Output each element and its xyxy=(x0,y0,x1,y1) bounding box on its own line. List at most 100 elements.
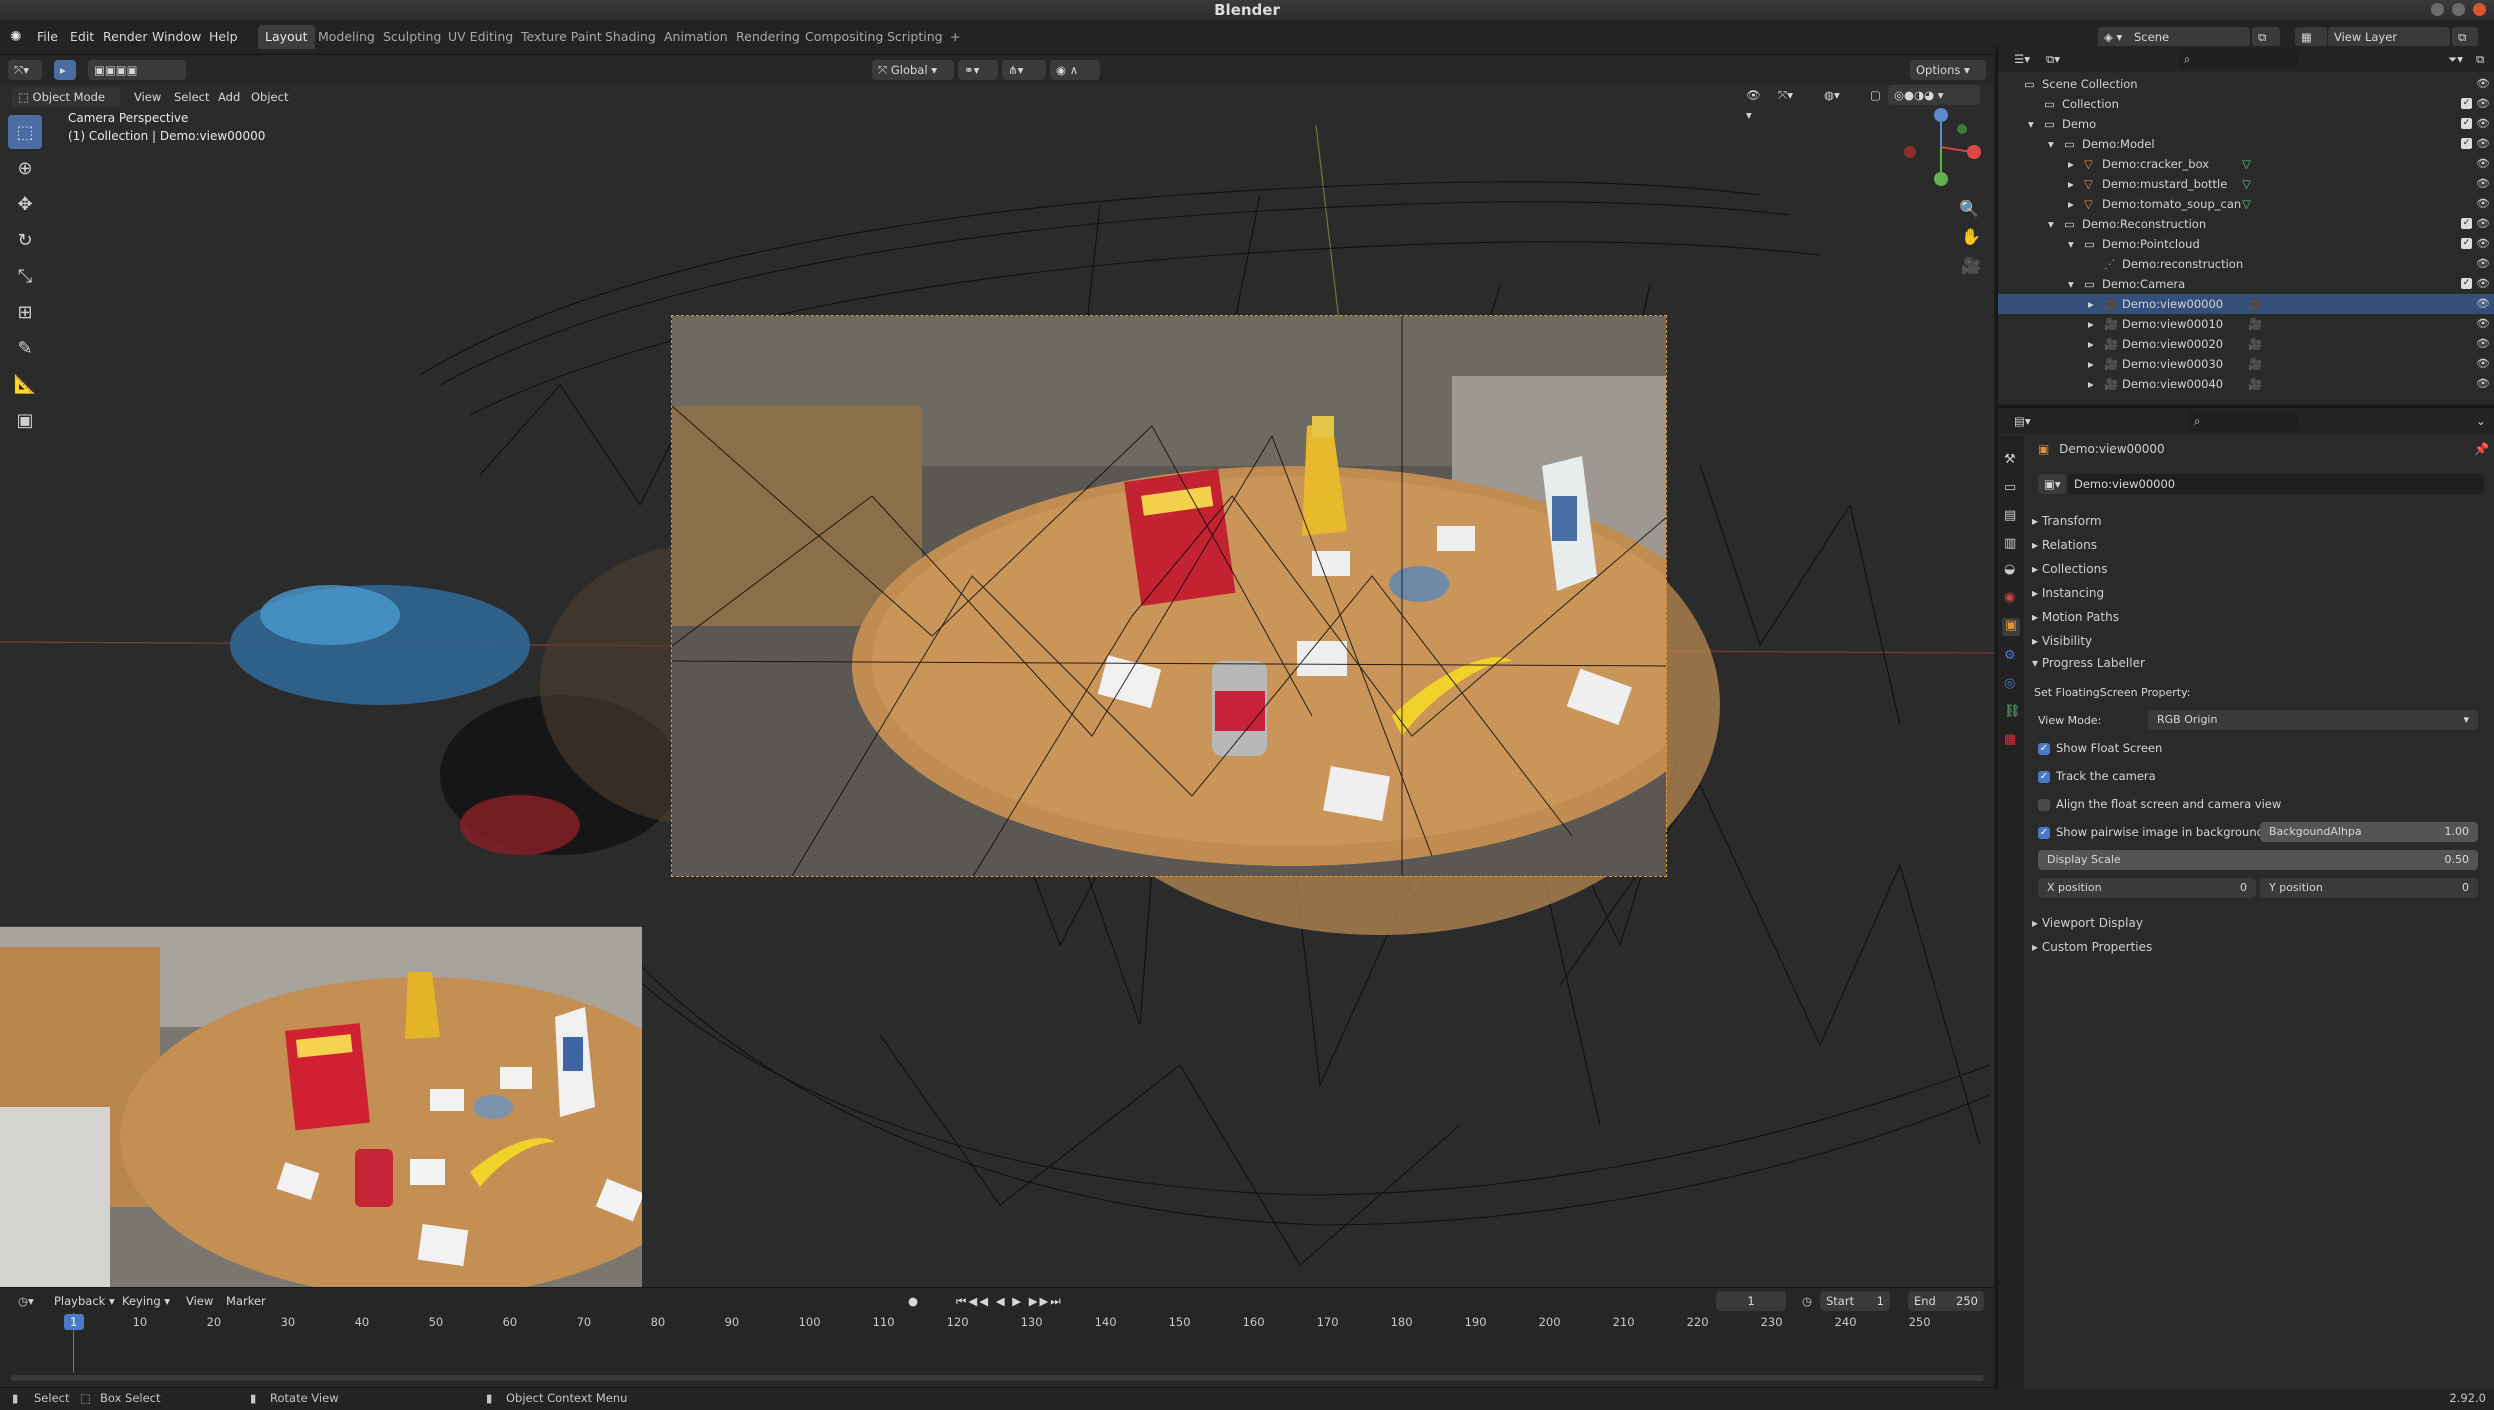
menu-keying[interactable]: Keying ▾ xyxy=(116,1291,176,1311)
floating-screen-preview[interactable] xyxy=(0,926,642,1287)
cursor-tool-icon[interactable]: ⊕ xyxy=(8,151,42,185)
panel-options-icon[interactable]: ⌄ xyxy=(2470,411,2492,431)
properties-editor-icon[interactable]: ▤▾ xyxy=(2008,411,2036,431)
expand-toggle-icon[interactable]: ▾ xyxy=(2048,214,2054,234)
view-layer-tab-icon[interactable]: ▥ xyxy=(2004,536,2016,551)
3d-viewport[interactable]: ⬚ Object Mode ▾ View Select Add Object 👁… xyxy=(0,85,1994,1287)
object-name-field[interactable]: Demo:view00000 xyxy=(2068,474,2484,494)
visibility-eye-icon[interactable]: 👁 xyxy=(2476,114,2490,134)
visibility-eye-icon[interactable]: 👁 xyxy=(2476,154,2490,174)
navigation-gizmo[interactable] xyxy=(1904,108,1981,186)
selection-mode-icons[interactable]: ▣▣▣▣ xyxy=(88,60,186,80)
outliner-editor-icon[interactable]: ☰▾ xyxy=(2008,49,2036,69)
tool-tab-icon[interactable]: ⚒ xyxy=(2004,452,2016,467)
tab-sculpting[interactable]: Sculpting xyxy=(376,25,448,49)
property-section[interactable]: ▸ Relations xyxy=(2032,538,2097,552)
camera-data-icon[interactable]: 🎥 xyxy=(2248,334,2262,354)
tab-rendering[interactable]: Rendering xyxy=(729,25,807,49)
start-frame-field[interactable]: Start 1 xyxy=(1820,1291,1890,1311)
transform-orientation-select[interactable]: ⤧ Global ▾ xyxy=(872,60,954,80)
show-float-screen-checkbox[interactable]: ✓ Show Float Screen xyxy=(2038,738,2162,758)
view-layer-selector[interactable]: View Layer xyxy=(2328,27,2450,47)
property-section[interactable]: ▸ Transform xyxy=(2032,514,2102,528)
expand-toggle-icon[interactable]: ▸ xyxy=(2088,294,2094,314)
exclude-checkbox[interactable]: ✓ xyxy=(2461,118,2472,129)
track-camera-checkbox[interactable]: ✓ Track the camera xyxy=(2038,766,2156,786)
menu-timeline-view[interactable]: View xyxy=(180,1291,219,1311)
timeline-ruler[interactable]: 1 10 20 30 40 50 60 70 80 90 100 110 120 130 140 150 160… xyxy=(0,1313,1994,1387)
exclude-checkbox[interactable]: ✓ xyxy=(2461,138,2472,149)
expand-toggle-icon[interactable]: ▸ xyxy=(2088,334,2094,354)
playback-controls[interactable]: ⏮◀◀ ◀ ▶ ▶▶⏭ xyxy=(950,1291,1070,1311)
visibility-eye-icon[interactable]: 👁 xyxy=(2476,74,2490,94)
output-tab-icon[interactable]: ▤ xyxy=(2004,508,2016,523)
property-section[interactable]: ▸ Visibility xyxy=(2032,634,2092,648)
measure-tool-icon[interactable]: 📐 xyxy=(8,367,42,401)
outliner-row[interactable]: ▾ ▭ Demo:Pointcloud ✓ 👁 xyxy=(1998,234,2494,254)
camera-data-icon[interactable]: 🎥 xyxy=(2248,354,2262,374)
exclude-checkbox[interactable]: ✓ xyxy=(2461,218,2472,229)
camera-data-icon[interactable]: 🎥 xyxy=(2248,294,2262,314)
end-frame-field[interactable]: End 250 xyxy=(1908,1291,1984,1311)
outliner-search-input[interactable]: ⌕ xyxy=(2178,49,2298,69)
tab-animation[interactable]: Animation xyxy=(657,25,735,49)
menu-edit[interactable]: Edit xyxy=(70,29,94,44)
zoom-icon[interactable]: 🔍 xyxy=(1959,199,1979,218)
expand-toggle-icon[interactable]: ▾ xyxy=(2068,274,2074,294)
annotate-tool-icon[interactable]: ✎ xyxy=(8,331,42,365)
world-tab-icon[interactable]: ◉ xyxy=(2004,590,2015,605)
constraints-tab-icon[interactable]: ⛓ xyxy=(2004,704,2021,719)
view-mode-select[interactable]: RGB Origin ▾ xyxy=(2148,710,2478,730)
show-pairwise-checkbox[interactable]: ✓ Show pairwise image in background xyxy=(2038,822,2264,842)
property-section[interactable]: ▸ Motion Paths xyxy=(2032,610,2119,624)
properties-search-input[interactable]: ⌕ xyxy=(2188,411,2298,431)
menu-playback[interactable]: Playback ▾ xyxy=(48,1291,121,1311)
display-scale-slider[interactable]: Display Scale 0.50 xyxy=(2038,850,2478,870)
menu-help[interactable]: Help xyxy=(209,29,238,44)
expand-toggle-icon[interactable]: ▸ xyxy=(2068,194,2074,214)
pin-icon[interactable]: 📌 xyxy=(2474,442,2489,456)
snap-icon[interactable]: ⋔▾ xyxy=(1002,60,1046,80)
visibility-eye-icon[interactable]: 👁 xyxy=(2476,374,2490,394)
tab-shading[interactable]: Shading xyxy=(598,25,663,49)
y-position-field[interactable]: Y position 0 xyxy=(2260,878,2478,898)
blender-logo-icon[interactable]: ✺ xyxy=(10,29,22,45)
property-section[interactable]: ▸ Collections xyxy=(2032,562,2107,576)
outliner-row[interactable]: ▸ ▽ Demo:tomato_soup_can ▽ 👁 xyxy=(1998,194,2494,214)
outliner-row[interactable]: ▸ ▽ Demo:cracker_box ▽ 👁 xyxy=(1998,154,2494,174)
expand-toggle-icon[interactable]: ▾ xyxy=(2068,234,2074,254)
expand-toggle-icon[interactable]: ▸ xyxy=(2088,314,2094,334)
object-browse-icon[interactable]: ▣▾ xyxy=(2038,474,2066,494)
move-tool-icon[interactable]: ✥ xyxy=(8,187,42,221)
mesh-data-icon[interactable]: ▽ xyxy=(2242,194,2251,214)
outliner-row[interactable]: ▸ 🎥 Demo:view00030 🎥 👁 xyxy=(1998,354,2494,374)
menu-window[interactable]: Window xyxy=(152,29,201,44)
visibility-eye-icon[interactable]: 👁 xyxy=(2476,314,2490,334)
expand-toggle-icon[interactable]: ▸ xyxy=(2088,374,2094,394)
add-cube-tool-icon[interactable]: ▣ xyxy=(8,403,42,437)
visibility-eye-icon[interactable]: 👁 xyxy=(2476,334,2490,354)
visibility-eye-icon[interactable]: 👁 xyxy=(2476,94,2490,114)
camera-frame[interactable] xyxy=(671,315,1667,877)
proportional-edit-icon[interactable]: ◉ ∧ xyxy=(1050,60,1100,80)
texture-tab-icon[interactable]: ▦ xyxy=(2004,732,2016,747)
minimize-button[interactable] xyxy=(2431,3,2444,16)
tab-uv-editing[interactable]: UV Editing xyxy=(441,25,520,49)
visibility-eye-icon[interactable]: 👁 xyxy=(2476,234,2490,254)
timeline-editor-icon[interactable]: ◷▾ xyxy=(12,1291,40,1311)
align-float-checkbox[interactable]: Align the float screen and camera view xyxy=(2038,794,2281,814)
object-tab-icon[interactable]: ▣ xyxy=(2002,618,2020,636)
outliner-row[interactable]: ▭ Scene Collection 👁 xyxy=(1998,74,2494,94)
record-icon[interactable]: ● xyxy=(902,1291,924,1311)
tab-texture-paint[interactable]: Texture Paint xyxy=(514,25,609,49)
scene-tab-icon[interactable]: ◒ xyxy=(2004,562,2015,577)
editor-type-icon[interactable]: ⤧▾ xyxy=(8,60,42,80)
progress-labeller-panel[interactable]: ▾ Progress Labeller xyxy=(2032,656,2145,670)
close-button[interactable] xyxy=(2473,3,2486,16)
select-box-tool-icon[interactable]: ⬚ xyxy=(8,115,42,149)
outliner-row[interactable]: ⋰ Demo:reconstruction 👁 xyxy=(1998,254,2494,274)
outliner-row[interactable]: ▾ ▭ Demo:Camera ✓ 👁 xyxy=(1998,274,2494,294)
visibility-eye-icon[interactable]: 👁 xyxy=(2476,174,2490,194)
new-collection-icon[interactable]: ⧉ xyxy=(2470,49,2492,69)
expand-toggle-icon[interactable]: ▸ xyxy=(2088,354,2094,374)
